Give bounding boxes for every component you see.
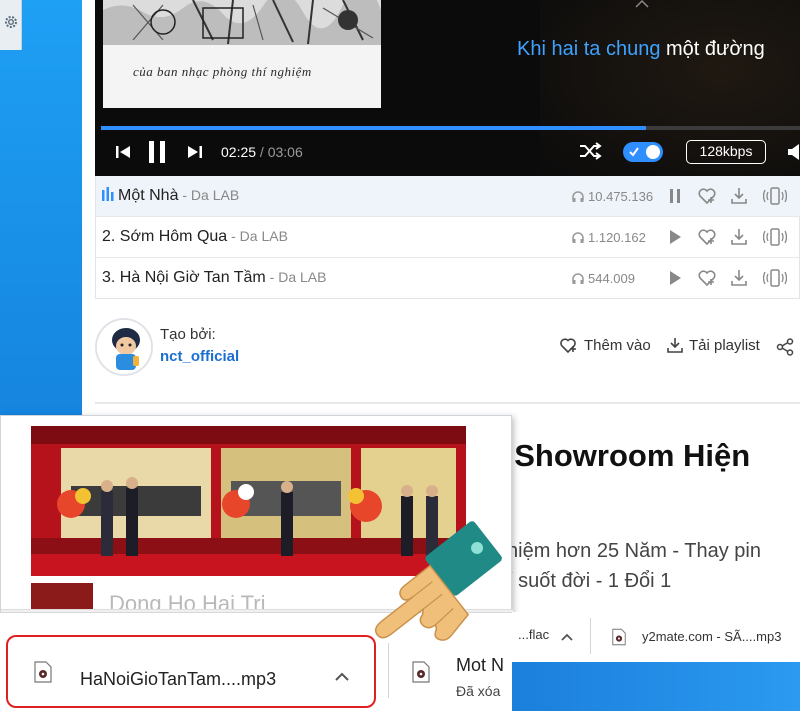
heart-add-icon[interactable] xyxy=(697,227,717,247)
download-separator xyxy=(590,618,591,654)
desktop-background-bottom xyxy=(512,662,800,711)
song-title[interactable]: 3. Hà Nội Giờ Tan Tầm xyxy=(102,269,266,286)
heart-add-icon xyxy=(560,338,576,354)
chevron-up-icon[interactable] xyxy=(560,630,574,644)
previous-icon[interactable] xyxy=(115,144,131,160)
time-display: 02:25 / 03:06 xyxy=(221,144,303,160)
album-cover[interactable]: của ban nhạc phòng thí nghiệm xyxy=(103,0,381,108)
download-icon[interactable] xyxy=(729,268,749,288)
song-separator: - xyxy=(178,187,191,203)
song-row[interactable]: Một Nhà - Da LAB 10.475.136 xyxy=(96,176,800,217)
play-count: 544.009 xyxy=(572,271,635,286)
left-toolbar xyxy=(0,0,22,50)
cover-caption: của ban nhạc phòng thí nghiệm xyxy=(133,64,312,79)
shuffle-icon[interactable] xyxy=(578,141,602,161)
add-to-label: Thêm vào xyxy=(584,337,651,354)
ringtone-icon[interactable] xyxy=(763,268,787,288)
time-separator: / xyxy=(256,144,268,160)
ringtone-icon[interactable] xyxy=(763,186,787,206)
song-title-wrap: 3. Hà Nội Giờ Tan Tầm - Da LAB xyxy=(102,269,326,287)
lyric-rest: một đường xyxy=(660,38,765,60)
song-separator: - xyxy=(265,269,279,285)
download-playlist-label: Tải playlist xyxy=(689,337,760,354)
play-count: 1.120.162 xyxy=(572,230,646,245)
download-icon[interactable] xyxy=(729,186,749,206)
collapse-arrow-icon[interactable] xyxy=(635,0,649,8)
headphones-icon xyxy=(572,273,584,284)
play-count-value: 544.009 xyxy=(588,271,635,286)
progress-fill xyxy=(101,126,647,130)
creator-avatar[interactable] xyxy=(95,318,153,376)
add-to-button[interactable]: Thêm vào xyxy=(560,337,651,354)
time-total: 03:06 xyxy=(267,144,303,160)
check-icon xyxy=(629,147,639,157)
progress-bar[interactable] xyxy=(101,126,800,130)
song-list: Một Nhà - Da LAB 10.475.136 2. Sớm Hôm Q… xyxy=(95,176,800,299)
next-icon[interactable] xyxy=(187,144,203,160)
download-status-2: Đã xóa xyxy=(456,683,501,699)
song-artist[interactable]: Da LAB xyxy=(278,269,326,285)
song-row[interactable]: 2. Sớm Hôm Qua - Da LAB 1.120.162 xyxy=(96,217,800,258)
ad-headline[interactable]: i Showroom Hiện xyxy=(497,438,750,474)
toggle-knob xyxy=(646,145,660,159)
pause-small-icon[interactable] xyxy=(665,186,685,206)
ad-subtitle-1: hiệm hơn 25 Năm - Thay pin xyxy=(507,540,761,562)
quality-button[interactable]: 128kbps xyxy=(686,140,766,164)
audio-file-icon xyxy=(34,661,52,683)
song-artist[interactable]: Da LAB xyxy=(240,228,288,244)
lyric-highlight: Khi hai ta chung xyxy=(517,38,661,60)
download-bar-extra: ...flac y2mate.com - SÃ....mp3 xyxy=(512,612,800,662)
song-title[interactable]: Một Nhà xyxy=(118,187,178,204)
play-small-icon[interactable] xyxy=(665,227,685,247)
song-title-wrap: 2. Sớm Hôm Qua - Da LAB xyxy=(102,228,288,246)
play-count-value: 10.475.136 xyxy=(588,189,654,204)
download-item-flac[interactable]: ...flac xyxy=(518,620,549,650)
headphones-icon xyxy=(572,191,584,202)
created-by-label: Tạo bởi: xyxy=(160,326,216,343)
playing-equalizer-icon xyxy=(102,187,114,201)
gear-icon[interactable] xyxy=(3,14,19,30)
section-divider xyxy=(95,402,800,404)
song-separator: - xyxy=(227,228,240,244)
ringtone-icon[interactable] xyxy=(763,227,787,247)
play-count-value: 1.120.162 xyxy=(588,230,646,245)
time-current: 02:25 xyxy=(221,144,257,160)
music-player: của ban nhạc phòng thí nghiệm Khi hai ta… xyxy=(95,0,800,176)
play-small-icon[interactable] xyxy=(665,268,685,288)
volume-icon[interactable] xyxy=(787,143,800,161)
heart-add-icon[interactable] xyxy=(697,268,717,288)
download-item-y2mate[interactable]: y2mate.com - SÃ....mp3 xyxy=(642,622,781,652)
download-playlist-button[interactable]: Tải playlist xyxy=(667,337,760,354)
creator-name-link[interactable]: nct_official xyxy=(160,348,239,365)
download-icon xyxy=(667,338,683,353)
download-file-name[interactable]: HaNoiGioTanTam....mp3 xyxy=(80,669,276,690)
pause-icon[interactable] xyxy=(147,140,167,164)
headphones-icon xyxy=(572,232,584,243)
chevron-up-icon[interactable] xyxy=(333,668,351,686)
audio-file-icon xyxy=(612,628,626,646)
repeat-toggle[interactable] xyxy=(623,142,663,162)
song-artist[interactable]: Da LAB xyxy=(191,187,239,203)
play-count: 10.475.136 xyxy=(572,189,653,204)
song-title-wrap: Một Nhà - Da LAB xyxy=(102,187,239,205)
heart-add-icon[interactable] xyxy=(697,186,717,206)
download-icon[interactable] xyxy=(729,227,749,247)
song-title[interactable]: 2. Sớm Hôm Qua xyxy=(102,228,227,245)
pointing-hand-icon xyxy=(374,521,502,641)
lyric-line: Khi hai ta chung một đường xyxy=(517,38,765,61)
share-icon[interactable] xyxy=(776,338,794,356)
ad-subtitle-2: í suốt đời - 1 Đổi 1 xyxy=(507,570,672,592)
song-row[interactable]: 3. Hà Nội Giờ Tan Tầm - Da LAB 544.009 xyxy=(96,258,800,299)
